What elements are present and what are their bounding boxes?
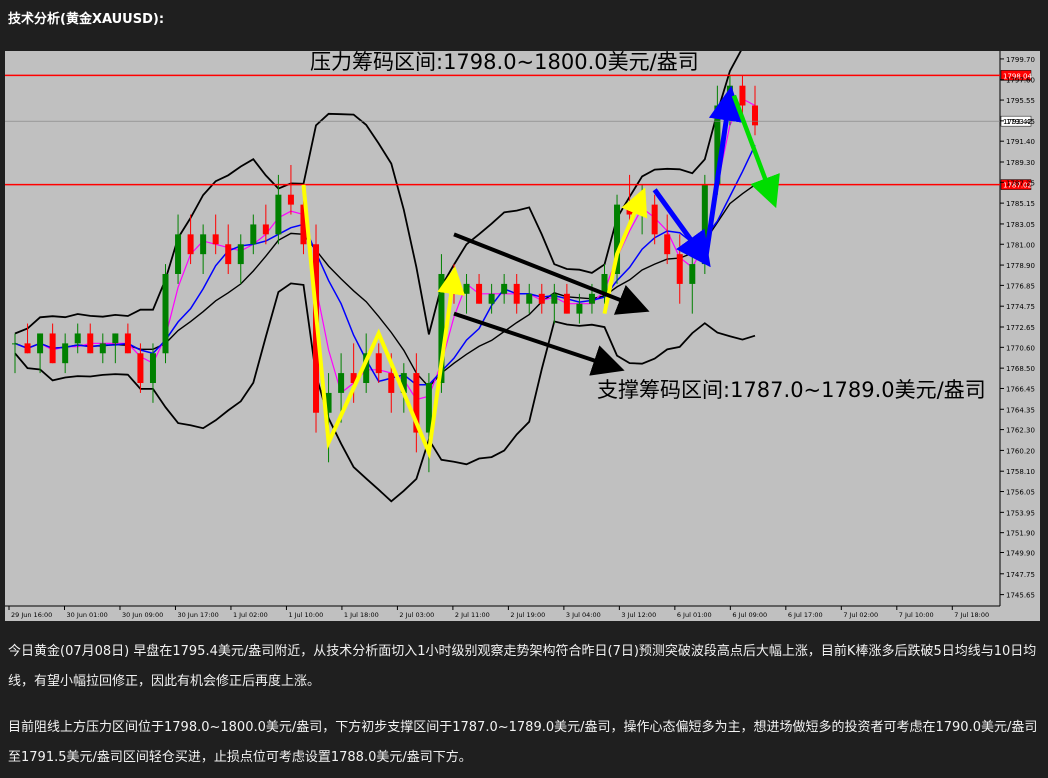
candle-body	[551, 293, 558, 304]
candle-body	[37, 333, 44, 354]
candle-body	[739, 85, 746, 106]
time-tick-label: 1 Jul 02:00	[233, 611, 268, 619]
price-tick-label: 1749.90	[1006, 549, 1035, 557]
price-tick-label: 1766.45	[1006, 385, 1035, 393]
price-tick-label: 1797.60	[1006, 77, 1035, 85]
price-tick-label: 1758.10	[1006, 468, 1035, 476]
price-tick-label: 1762.30	[1006, 427, 1035, 435]
time-tick-label: 2 Jul 03:00	[399, 611, 434, 619]
price-tick-label: 1768.50	[1006, 365, 1035, 373]
candle-body	[388, 373, 395, 393]
candle-body	[112, 333, 119, 344]
candle-body	[74, 333, 81, 344]
price-tick-label: 1789.30	[1006, 159, 1035, 167]
candle-body	[338, 373, 345, 393]
candle-body	[526, 293, 533, 304]
candle-body	[175, 234, 182, 274]
candle-body	[676, 254, 683, 284]
time-tick-label: 3 Jul 12:00	[621, 611, 656, 619]
price-tick-label: 1751.90	[1006, 530, 1035, 538]
price-tick-label: 1785.15	[1006, 200, 1035, 208]
time-tick-label: 7 Jul 02:00	[843, 611, 878, 619]
candle-body	[200, 234, 207, 255]
candle-body	[250, 224, 257, 245]
candle-body	[225, 244, 232, 265]
time-tick-label: 2 Jul 11:00	[455, 611, 490, 619]
candle-body	[488, 293, 495, 304]
price-tick-label: 1791.40	[1006, 138, 1035, 146]
time-tick-label: 30 Jun 17:00	[177, 611, 218, 619]
candle-body	[513, 283, 520, 304]
analysis-paragraph-1: 今日黄金(07月08日) 早盘在1795.4美元/盎司附近，从技术分析面切入1小…	[8, 644, 1037, 689]
price-tick-label: 1764.35	[1006, 406, 1035, 414]
price-chart: 1798.04 1793.42 1787.02 1745.65 1747.75 1749…	[5, 51, 1040, 621]
candle-body	[99, 343, 106, 354]
analysis-paragraph-2: 目前阻线上方压力区间位于1798.0~1800.0美元/盎司，下方初步支撑区间于…	[8, 720, 1038, 765]
candle-body	[149, 353, 156, 384]
time-tick-label: 30 Jun 09:00	[122, 611, 163, 619]
candle-body	[212, 234, 219, 245]
candle-body	[237, 244, 244, 265]
candle-body	[576, 303, 583, 314]
time-tick-label: 6 Jul 09:00	[732, 611, 767, 619]
section-heading: 技术分析(黄金XAUUSD):	[8, 12, 165, 27]
price-tick-label: 1753.95	[1006, 509, 1035, 517]
candle-body	[49, 333, 56, 364]
resistance-annotation: 压力筹码区间:1798.0~1800.0美元/盎司	[310, 51, 699, 74]
candle-body	[538, 293, 545, 304]
price-tick-label: 1781.00	[1006, 241, 1035, 249]
price-tick-label: 1776.85	[1006, 282, 1035, 290]
candle-body	[463, 283, 470, 294]
price-tick-label: 1783.05	[1006, 221, 1035, 229]
time-tick-label: 6 Jul 17:00	[788, 611, 823, 619]
price-tick-label: 1795.55	[1006, 97, 1035, 105]
candle-body	[124, 333, 131, 354]
time-tick-label: 29 Jun 16:00	[11, 611, 52, 619]
time-tick-label: 7 Jul 10:00	[899, 611, 934, 619]
time-axis: 29 Jun 16:00 30 Jun 01:00 30 Jun 09:00 30 J…	[8, 606, 989, 619]
candle-body	[563, 293, 570, 314]
price-tick-label: 1787.25	[1006, 179, 1035, 187]
price-axis: 1745.65 1747.75 1749.90 1751.90 1753.95 1756.…	[1000, 56, 1035, 600]
candle-body	[12, 343, 18, 345]
candle-body	[651, 204, 658, 235]
time-tick-label: 1 Jul 10:00	[288, 611, 323, 619]
candle-body	[588, 293, 595, 304]
candle-body	[752, 105, 758, 126]
candle-body	[262, 224, 269, 235]
time-tick-label: 2 Jul 19:00	[510, 611, 545, 619]
price-tick-label: 1793.45	[1006, 118, 1035, 126]
time-tick-label: 6 Jul 01:00	[677, 611, 712, 619]
price-tick-label: 1760.20	[1006, 447, 1035, 455]
time-tick-label: 3 Jul 04:00	[566, 611, 601, 619]
candle-body	[87, 333, 94, 354]
time-tick-label: 7 Jul 18:00	[954, 611, 989, 619]
candle-body	[501, 283, 508, 294]
candle-body	[287, 194, 294, 205]
price-tick-label: 1756.05	[1006, 489, 1035, 497]
price-tick-label: 1772.65	[1006, 324, 1035, 332]
candle-body	[689, 264, 696, 284]
price-tick-label: 1770.60	[1006, 344, 1035, 352]
candle-body	[626, 204, 633, 215]
chart-canvas: 1798.041793.421787.02 1745.651747.751749…	[5, 51, 1035, 619]
candle-body	[476, 283, 483, 304]
candle-body	[664, 234, 671, 255]
candle-body	[639, 204, 646, 215]
candle-body	[62, 343, 69, 364]
candle-body	[187, 234, 194, 255]
candle-body	[375, 353, 382, 374]
candle-body	[137, 353, 144, 384]
price-tick-label: 1774.75	[1006, 303, 1035, 311]
time-tick-label: 30 Jun 01:00	[66, 611, 107, 619]
price-tick-label: 1778.90	[1006, 262, 1035, 270]
support-annotation: 支撑筹码区间:1787.0~1789.0美元/盎司	[597, 378, 986, 402]
candle-body	[275, 194, 282, 235]
candle-body	[24, 343, 31, 354]
candle-body	[162, 273, 169, 354]
price-tick-label: 1799.70	[1006, 56, 1035, 64]
time-tick-label: 1 Jul 18:00	[344, 611, 379, 619]
price-tick-label: 1747.75	[1006, 571, 1035, 579]
price-tick-label: 1745.65	[1006, 592, 1035, 600]
